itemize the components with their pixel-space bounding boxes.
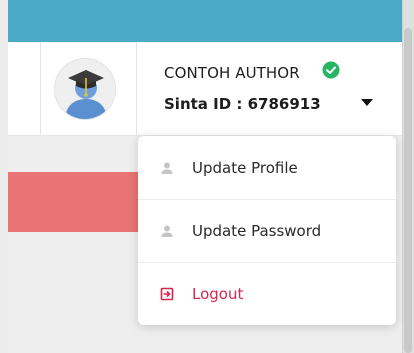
logout-icon xyxy=(160,287,174,301)
menu-item-label: Update Profile xyxy=(192,158,298,177)
app-screen: CONTOH AUTHOR Sinta ID : 6786913 Update … xyxy=(0,0,414,353)
menu-item-label: Logout xyxy=(192,285,244,303)
top-bar xyxy=(8,0,402,42)
header-divider xyxy=(136,42,137,136)
logout-menu-item[interactable]: Logout xyxy=(138,262,396,325)
check-circle-icon xyxy=(322,61,340,79)
scrollbar-thumb[interactable] xyxy=(404,28,412,353)
update-profile-menu-item[interactable]: Update Profile xyxy=(138,136,396,199)
update-password-menu-item[interactable]: Update Password xyxy=(138,199,396,262)
user-icon xyxy=(161,162,173,174)
header-divider xyxy=(40,42,41,136)
graduate-avatar-icon xyxy=(55,59,115,119)
user-icon xyxy=(161,225,173,237)
menu-item-label: Update Password xyxy=(192,222,322,240)
user-dropdown-menu: Update Profile Update Password Logout xyxy=(138,136,396,325)
graduate-avatar-icon[interactable] xyxy=(54,58,116,120)
caret-down-icon[interactable] xyxy=(361,99,373,107)
user-name: CONTOH AUTHOR xyxy=(164,64,300,82)
sinta-id: Sinta ID : 6786913 xyxy=(164,95,321,113)
